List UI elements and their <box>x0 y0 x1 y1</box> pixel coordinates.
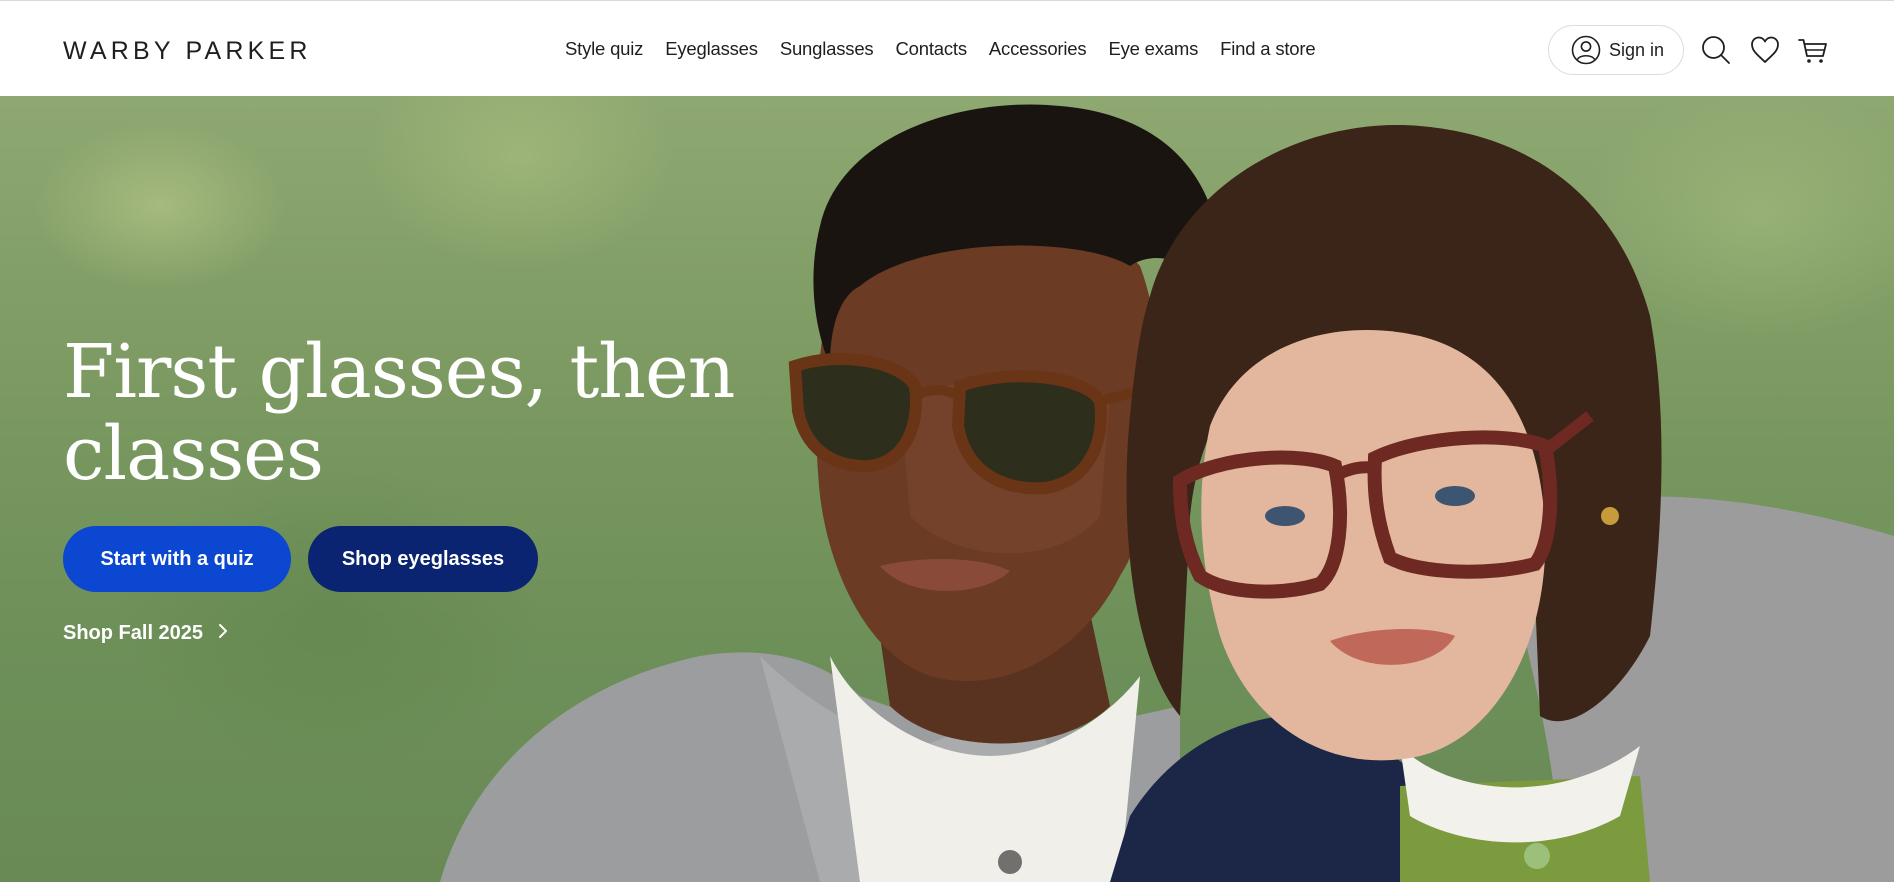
heart-icon[interactable] <box>1749 34 1781 66</box>
start-quiz-button[interactable]: Start with a quiz <box>63 526 291 592</box>
hero-title: First glasses, then classes <box>63 329 735 497</box>
site-header: WARBY PARKER Style quiz Eyeglasses Sungl… <box>0 0 1894 96</box>
nav-style-quiz[interactable]: Style quiz <box>565 38 643 60</box>
cart-icon[interactable] <box>1797 34 1829 66</box>
user-icon <box>1571 35 1601 65</box>
main-nav: Style quiz Eyeglasses Sunglasses Contact… <box>565 38 1337 60</box>
chevron-right-icon <box>217 622 229 645</box>
nav-sunglasses[interactable]: Sunglasses <box>780 38 874 60</box>
shop-fall-link[interactable]: Shop Fall 2025 <box>63 622 229 645</box>
shop-fall-link-label: Shop Fall 2025 <box>63 622 204 644</box>
nav-find-a-store[interactable]: Find a store <box>1220 38 1315 60</box>
shop-eyeglasses-button[interactable]: Shop eyeglasses <box>308 526 538 592</box>
sign-in-label: Sign in <box>1609 39 1665 60</box>
nav-eyeglasses[interactable]: Eyeglasses <box>665 38 758 60</box>
sign-in-button[interactable]: Sign in <box>1548 25 1684 75</box>
hero-banner: First glasses, then classes Start with a… <box>0 96 1894 882</box>
nav-accessories[interactable]: Accessories <box>989 38 1087 60</box>
search-icon[interactable] <box>1700 34 1732 66</box>
nav-contacts[interactable]: Contacts <box>895 38 967 60</box>
nav-eye-exams[interactable]: Eye exams <box>1108 38 1198 60</box>
warby-parker-logo[interactable]: WARBY PARKER <box>63 37 312 66</box>
